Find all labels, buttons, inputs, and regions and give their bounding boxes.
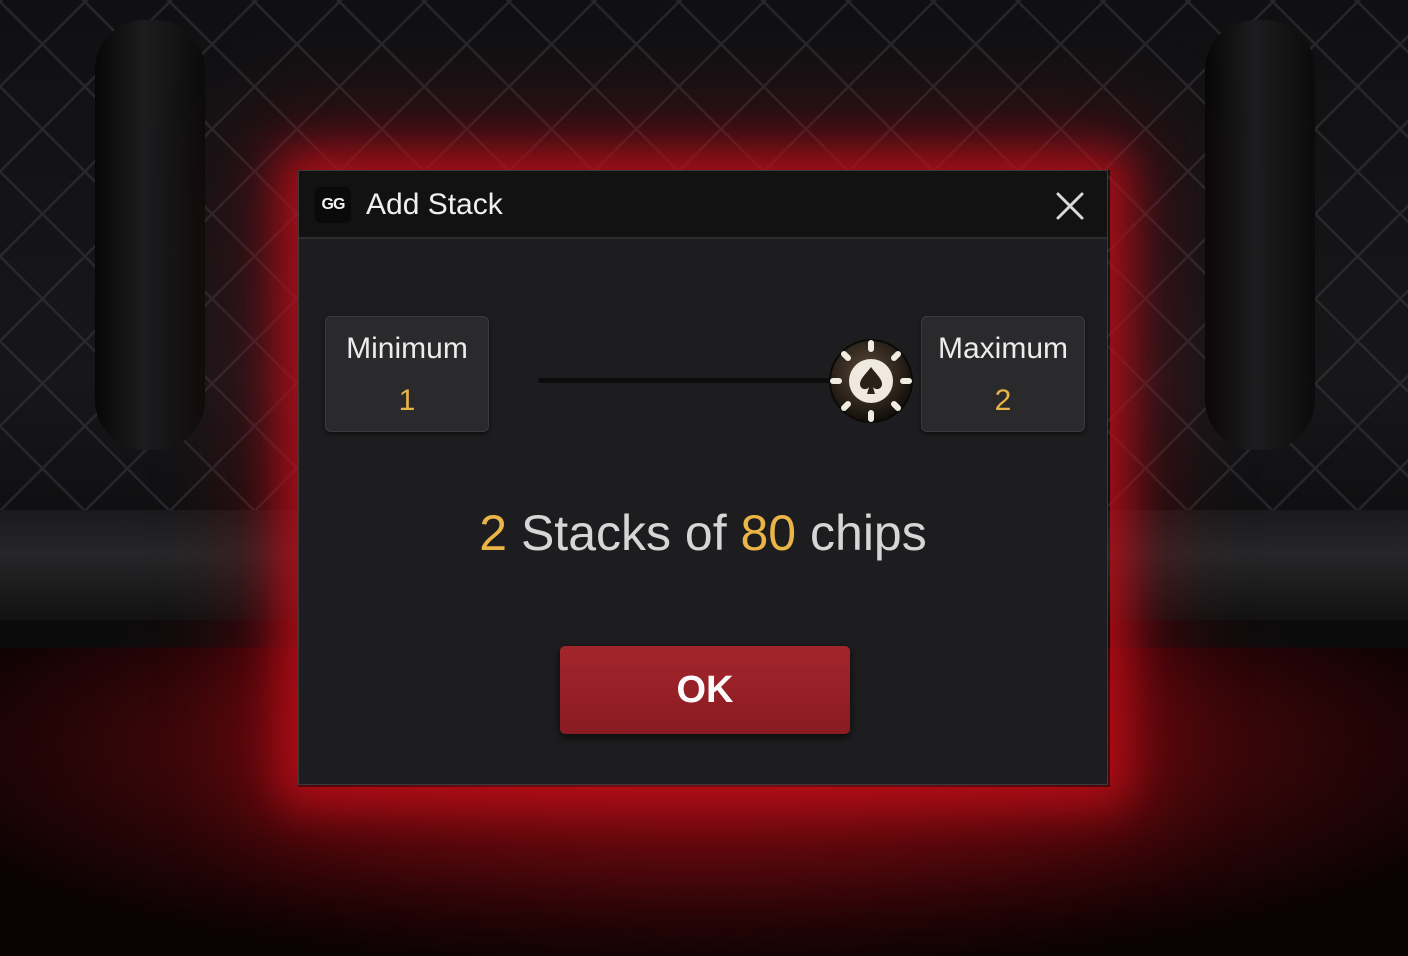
summary-middle-text: Stacks of: [507, 505, 741, 561]
dialog-title: Add Stack: [366, 188, 503, 221]
close-icon[interactable]: [1053, 189, 1087, 223]
ok-button[interactable]: OK: [560, 646, 850, 734]
ring-apron-left: [0, 510, 320, 620]
dialog-titlebar: GG Add Stack: [299, 171, 1107, 239]
minimum-value: 1: [398, 384, 416, 417]
ring-apron-right: [1088, 510, 1408, 620]
minimum-label: Minimum: [346, 332, 468, 365]
minimum-box[interactable]: Minimum 1: [325, 316, 489, 432]
maximum-label: Maximum: [937, 332, 1068, 365]
maximum-box[interactable]: Maximum 2: [921, 316, 1085, 432]
cage-post-left: [95, 20, 205, 450]
stack-count: 2: [479, 505, 508, 561]
stack-slider-track[interactable]: [538, 378, 868, 383]
cage-post-right: [1205, 20, 1315, 450]
gg-logo: GG: [315, 187, 351, 223]
add-stack-dialog: GG Add Stack Minimum 1 Maximum 2 2 Stack…: [298, 170, 1108, 785]
chips-per-stack: 80: [740, 505, 797, 561]
summary-suffix-text: chips: [796, 505, 927, 561]
maximum-value: 2: [994, 384, 1012, 417]
stack-summary: 2 Stacks of 80 chips: [299, 503, 1107, 563]
poker-chip-spade-icon[interactable]: [827, 337, 915, 425]
